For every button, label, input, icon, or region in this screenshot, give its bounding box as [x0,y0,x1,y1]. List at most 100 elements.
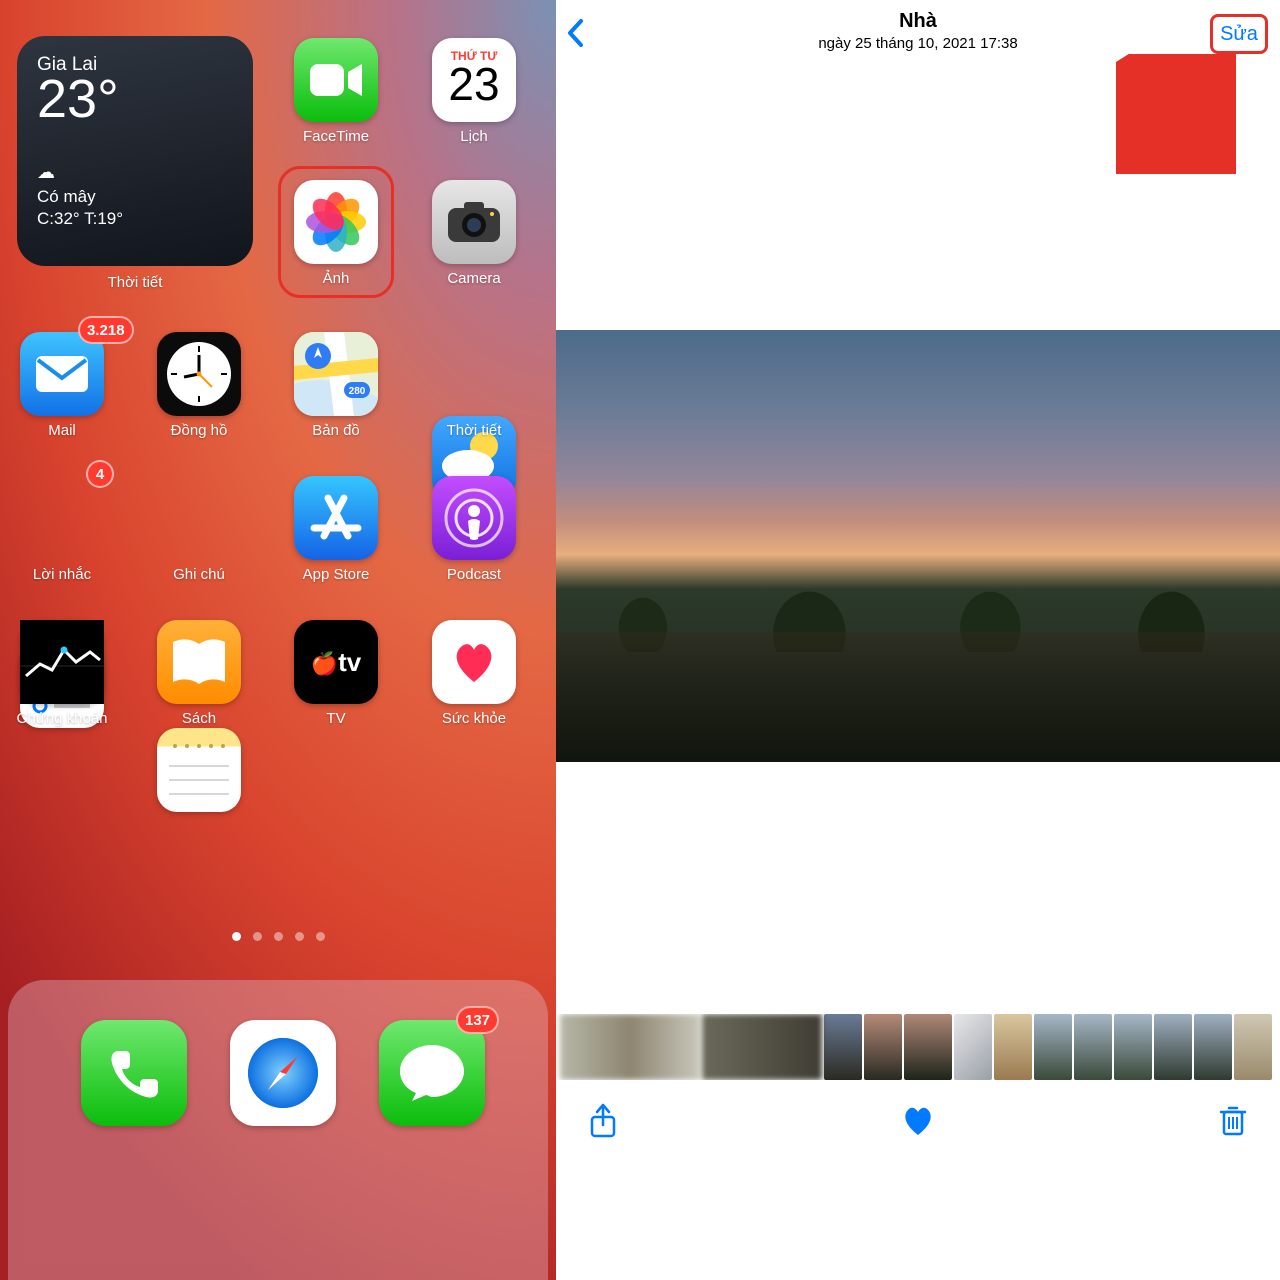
podcast-icon [439,483,509,553]
thumbnail[interactable] [560,1014,700,1080]
phone-icon [104,1043,164,1103]
thumbnail[interactable] [864,1014,902,1080]
tv-app[interactable]: 🍎tv [294,620,378,704]
thumbnail-strip[interactable] [556,1014,1280,1080]
thumbnail[interactable] [824,1014,862,1080]
reminders-badge: 4 [86,460,114,488]
stocks-icon [20,620,104,704]
page-dot [274,932,283,941]
messages-badge: 137 [456,1006,499,1034]
edit-button-label: Sửa [1220,23,1258,46]
clock-label: Đồng hồ [139,422,259,439]
nav-bar: Nhà ngày 25 tháng 10, 2021 17:38 Sửa [556,8,1280,60]
photo-title: Nhà [556,10,1280,33]
share-button[interactable] [588,1103,618,1147]
facetime-icon [308,60,364,100]
health-label: Sức khỏe [414,710,534,727]
thumbnail[interactable] [994,1014,1032,1080]
weather-condition: Có mây [37,187,233,207]
mail-label: Mail [2,422,122,439]
thumbnail-current[interactable] [904,1014,952,1080]
bottom-toolbar [556,1098,1280,1152]
maps-app[interactable]: 280 [294,332,378,416]
facetime-app[interactable] [294,38,378,122]
notes-icon [157,728,241,812]
chevron-left-icon [566,18,586,48]
weather-widget[interactable]: Gia Lai 23° ☁︎ Có mây C:32° T:19° [17,36,253,266]
weather-temp: 23° [37,72,233,126]
clock-app[interactable] [157,332,241,416]
thumbnail[interactable] [1034,1014,1072,1080]
apple-tv-icon: 🍎tv [311,647,362,678]
thumbnail[interactable] [1194,1014,1232,1080]
weather-widget-label: Thời tiết [75,274,195,291]
camera-icon [444,198,504,246]
phone-app[interactable] [81,1020,187,1126]
weather-label: Thời tiết [414,422,534,439]
appstore-label: App Store [276,566,396,583]
camera-app[interactable] [432,180,516,264]
cloud-icon: ☁︎ [37,162,233,183]
mail-app[interactable] [20,332,104,416]
books-label: Sách [139,710,259,727]
photo-datetime: ngày 25 tháng 10, 2021 17:38 [556,35,1280,52]
calendar-label: Lịch [414,128,534,145]
photos-label: Ảnh [276,270,396,287]
health-app[interactable] [432,620,516,704]
home-screen: Gia Lai 23° ☁︎ Có mây C:32° T:19° Thời t… [0,0,556,1280]
calendar-app[interactable]: THỨ TƯ 23 [432,38,516,122]
mail-badge: 3.218 [78,316,134,344]
photos-icon [304,190,368,254]
stocks-label: Chứng khoán [2,710,122,727]
heart-icon [450,640,498,684]
facetime-label: FaceTime [276,128,396,145]
page-dot [232,932,241,941]
page-dot [253,932,262,941]
books-icon [169,636,229,688]
notes-app[interactable] [157,728,241,812]
annotation-arrow-icon [1116,54,1236,174]
thumbnail[interactable] [1074,1014,1112,1080]
safari-icon [238,1028,328,1118]
share-icon [588,1103,618,1139]
mail-icon [32,352,92,396]
delete-button[interactable] [1218,1104,1248,1146]
photo-content [556,632,1280,762]
messages-icon [396,1041,468,1105]
back-button[interactable] [566,18,586,57]
heart-icon [900,1105,936,1137]
photos-app[interactable] [294,180,378,264]
thumbnail[interactable] [702,1014,822,1080]
books-app[interactable] [157,620,241,704]
page-dot [316,932,325,941]
photo-preview[interactable] [556,330,1280,762]
thumbnail[interactable] [1154,1014,1192,1080]
photos-viewer: Nhà ngày 25 tháng 10, 2021 17:38 Sửa [556,0,1280,1280]
thumbnail[interactable] [1114,1014,1152,1080]
favorite-button[interactable] [900,1105,936,1145]
edit-button[interactable]: Sửa [1210,14,1268,54]
safari-app[interactable] [230,1020,336,1126]
reminders-label: Lời nhắc [2,566,122,583]
notes-label: Ghi chú [139,566,259,583]
maps-icon: 280 [294,332,378,416]
camera-label: Camera [414,270,534,287]
trash-icon [1218,1104,1248,1138]
podcast-label: Podcast [414,566,534,583]
podcast-app[interactable] [432,476,516,560]
thumbnail[interactable] [1234,1014,1272,1080]
page-dot [295,932,304,941]
stocks-app[interactable] [20,620,104,704]
maps-label: Bản đồ [276,422,396,439]
appstore-icon [306,488,366,548]
tv-label: TV [276,710,396,727]
clock-icon [164,339,234,409]
svg-text:280: 280 [349,386,366,397]
page-indicator[interactable] [0,932,556,941]
messages-app[interactable] [379,1020,485,1126]
weather-range: C:32° T:19° [37,209,233,229]
dock: 137 [8,980,548,1280]
calendar-day: 23 [448,57,499,111]
appstore-app[interactable] [294,476,378,560]
thumbnail[interactable] [954,1014,992,1080]
